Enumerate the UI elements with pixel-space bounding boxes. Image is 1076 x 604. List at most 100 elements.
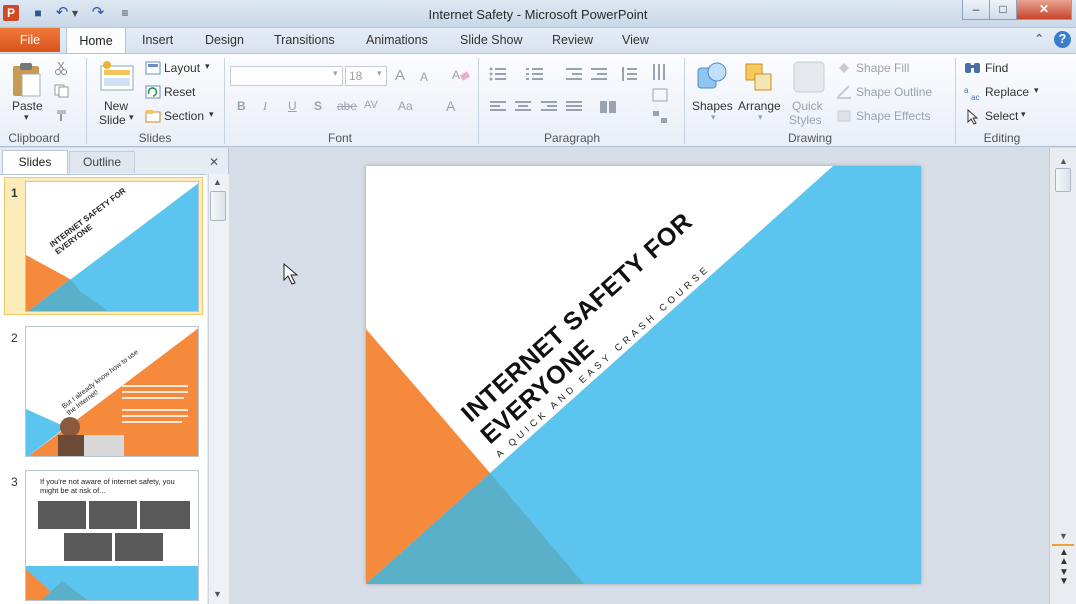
- close-pane-icon[interactable]: ✕: [209, 155, 219, 169]
- bold-icon[interactable]: B: [237, 99, 246, 113]
- line-spacing-icon[interactable]: [620, 66, 638, 82]
- justify-icon[interactable]: [566, 100, 582, 114]
- shape-outline-button[interactable]: Shape Outline: [856, 85, 932, 99]
- replace-icon[interactable]: aac: [964, 85, 982, 101]
- slide-thumbnail-1[interactable]: INTERNET SAFETY FOR EVERYONE: [25, 181, 199, 312]
- scroll-up-arrow-icon[interactable]: ▲: [213, 177, 222, 187]
- numbering-icon[interactable]: [526, 67, 544, 81]
- previous-slide-icon[interactable]: ▲ ▲: [1059, 548, 1069, 567]
- bullets-icon[interactable]: [489, 67, 507, 81]
- next-slide-icon[interactable]: ▼ ▼: [1059, 568, 1069, 587]
- cut-icon[interactable]: [54, 61, 68, 75]
- section-button[interactable]: Section: [164, 109, 204, 123]
- layout-dropdown-icon[interactable]: ▾: [205, 61, 210, 72]
- align-left-icon[interactable]: [490, 100, 506, 114]
- select-button[interactable]: Select: [985, 109, 1018, 123]
- copy-icon[interactable]: [54, 84, 70, 98]
- quick-styles-button-line2[interactable]: Styles: [789, 113, 822, 127]
- minimize-button[interactable]: –: [962, 0, 990, 20]
- section-icon[interactable]: [145, 109, 161, 123]
- tab-home[interactable]: Home: [66, 27, 126, 54]
- replace-dropdown-icon[interactable]: ▾: [1034, 85, 1039, 96]
- tab-slides-pane[interactable]: Slides: [2, 150, 68, 174]
- minimize-ribbon-icon[interactable]: ⌃: [1034, 31, 1044, 46]
- shape-fill-icon[interactable]: [836, 60, 852, 76]
- slide-thumbnail-2[interactable]: But I already know how to use the Intern…: [25, 326, 199, 457]
- new-slide-button-line1[interactable]: New: [104, 99, 128, 113]
- arrange-button[interactable]: Arrange: [738, 99, 781, 113]
- tab-slideshow[interactable]: Slide Show: [460, 33, 523, 47]
- quick-styles-button-line1[interactable]: Quick: [792, 99, 823, 113]
- quick-styles-icon[interactable]: [792, 60, 826, 96]
- scroll-up-arrow-icon[interactable]: ▲: [1059, 156, 1068, 166]
- grow-font-icon[interactable]: A: [395, 67, 405, 84]
- font-size-dropdown-icon[interactable]: ▾: [377, 68, 382, 79]
- tab-file[interactable]: File: [0, 28, 60, 52]
- clear-formatting-icon[interactable]: A: [452, 67, 470, 83]
- reset-button[interactable]: Reset: [164, 85, 195, 99]
- increase-indent-icon[interactable]: [591, 67, 607, 81]
- shapes-button[interactable]: Shapes: [692, 99, 733, 113]
- tab-review[interactable]: Review: [552, 33, 593, 47]
- canvas-scroll-thumb[interactable]: [1055, 168, 1071, 192]
- align-text-icon[interactable]: [652, 88, 668, 102]
- tab-insert[interactable]: Insert: [142, 33, 173, 47]
- scroll-down-arrow-icon[interactable]: ▼: [1059, 531, 1068, 541]
- tab-animations[interactable]: Animations: [366, 33, 428, 47]
- select-icon[interactable]: [966, 109, 980, 125]
- font-name-dropdown-icon[interactable]: ▾: [333, 68, 338, 79]
- shapes-dropdown-icon[interactable]: ▾: [711, 112, 716, 123]
- tab-transitions[interactable]: Transitions: [274, 33, 335, 47]
- paste-dropdown-icon[interactable]: ▾: [24, 112, 29, 123]
- align-center-icon[interactable]: [515, 100, 531, 114]
- decrease-indent-icon[interactable]: [566, 67, 582, 81]
- paste-icon[interactable]: [10, 60, 44, 98]
- slides-pane-scrollbar[interactable]: [208, 174, 229, 604]
- replace-button[interactable]: Replace: [985, 85, 1029, 99]
- font-name-combo[interactable]: [230, 66, 343, 86]
- slide-thumbnail-3[interactable]: If you're not aware of internet safety, …: [25, 470, 199, 601]
- paste-button[interactable]: Paste: [12, 99, 43, 113]
- clipboard-group-label: Clipboard: [8, 131, 60, 145]
- shrink-font-icon[interactable]: A: [420, 70, 428, 84]
- select-dropdown-icon[interactable]: ▾: [1021, 109, 1026, 120]
- tab-view[interactable]: View: [622, 33, 649, 47]
- character-spacing-icon[interactable]: AV: [364, 99, 378, 111]
- close-button[interactable]: ✕: [1016, 0, 1072, 20]
- shape-outline-icon[interactable]: [836, 84, 852, 100]
- find-button[interactable]: Find: [985, 61, 1008, 75]
- maximize-button[interactable]: □: [989, 0, 1017, 20]
- section-dropdown-icon[interactable]: ▾: [209, 109, 214, 120]
- shape-fill-button[interactable]: Shape Fill: [856, 61, 909, 75]
- new-slide-icon[interactable]: [99, 60, 135, 94]
- shape-effects-icon[interactable]: [836, 108, 852, 124]
- shape-effects-button[interactable]: Shape Effects: [856, 109, 931, 123]
- format-painter-icon[interactable]: [54, 107, 70, 123]
- scroll-down-arrow-icon[interactable]: ▼: [213, 589, 222, 599]
- shapes-icon[interactable]: [695, 60, 729, 96]
- text-shadow-icon[interactable]: S: [314, 99, 322, 113]
- reset-icon[interactable]: [145, 85, 161, 99]
- italic-icon[interactable]: I: [263, 99, 267, 114]
- new-slide-button-line2[interactable]: Slide: [99, 113, 126, 127]
- text-direction-icon[interactable]: [652, 63, 668, 83]
- layout-icon[interactable]: [145, 61, 161, 75]
- convert-smartart-icon[interactable]: [652, 110, 668, 124]
- arrange-icon[interactable]: [743, 60, 777, 96]
- layout-button[interactable]: Layout: [164, 61, 200, 75]
- tab-design[interactable]: Design: [205, 33, 244, 47]
- tab-outline-pane[interactable]: Outline: [69, 151, 135, 173]
- canvas-vertical-scrollbar[interactable]: ▲ ▼ ▲ ▲ ▼ ▼: [1049, 148, 1076, 604]
- find-icon[interactable]: [964, 61, 982, 75]
- align-right-icon[interactable]: [541, 100, 557, 114]
- font-color-icon[interactable]: A: [446, 98, 455, 114]
- arrange-dropdown-icon[interactable]: ▾: [758, 112, 763, 123]
- help-icon[interactable]: ?: [1054, 31, 1071, 48]
- change-case-icon[interactable]: Aa: [398, 99, 413, 113]
- underline-icon[interactable]: U: [288, 99, 297, 113]
- new-slide-dropdown-icon[interactable]: ▾: [129, 112, 134, 123]
- slides-pane-scroll-thumb[interactable]: [210, 191, 226, 221]
- strikethrough-icon[interactable]: abe: [337, 99, 357, 113]
- current-slide[interactable]: INTERNET SAFETY FOR EVERYONE A QUICK AND…: [366, 166, 921, 584]
- columns-icon[interactable]: [600, 100, 616, 114]
